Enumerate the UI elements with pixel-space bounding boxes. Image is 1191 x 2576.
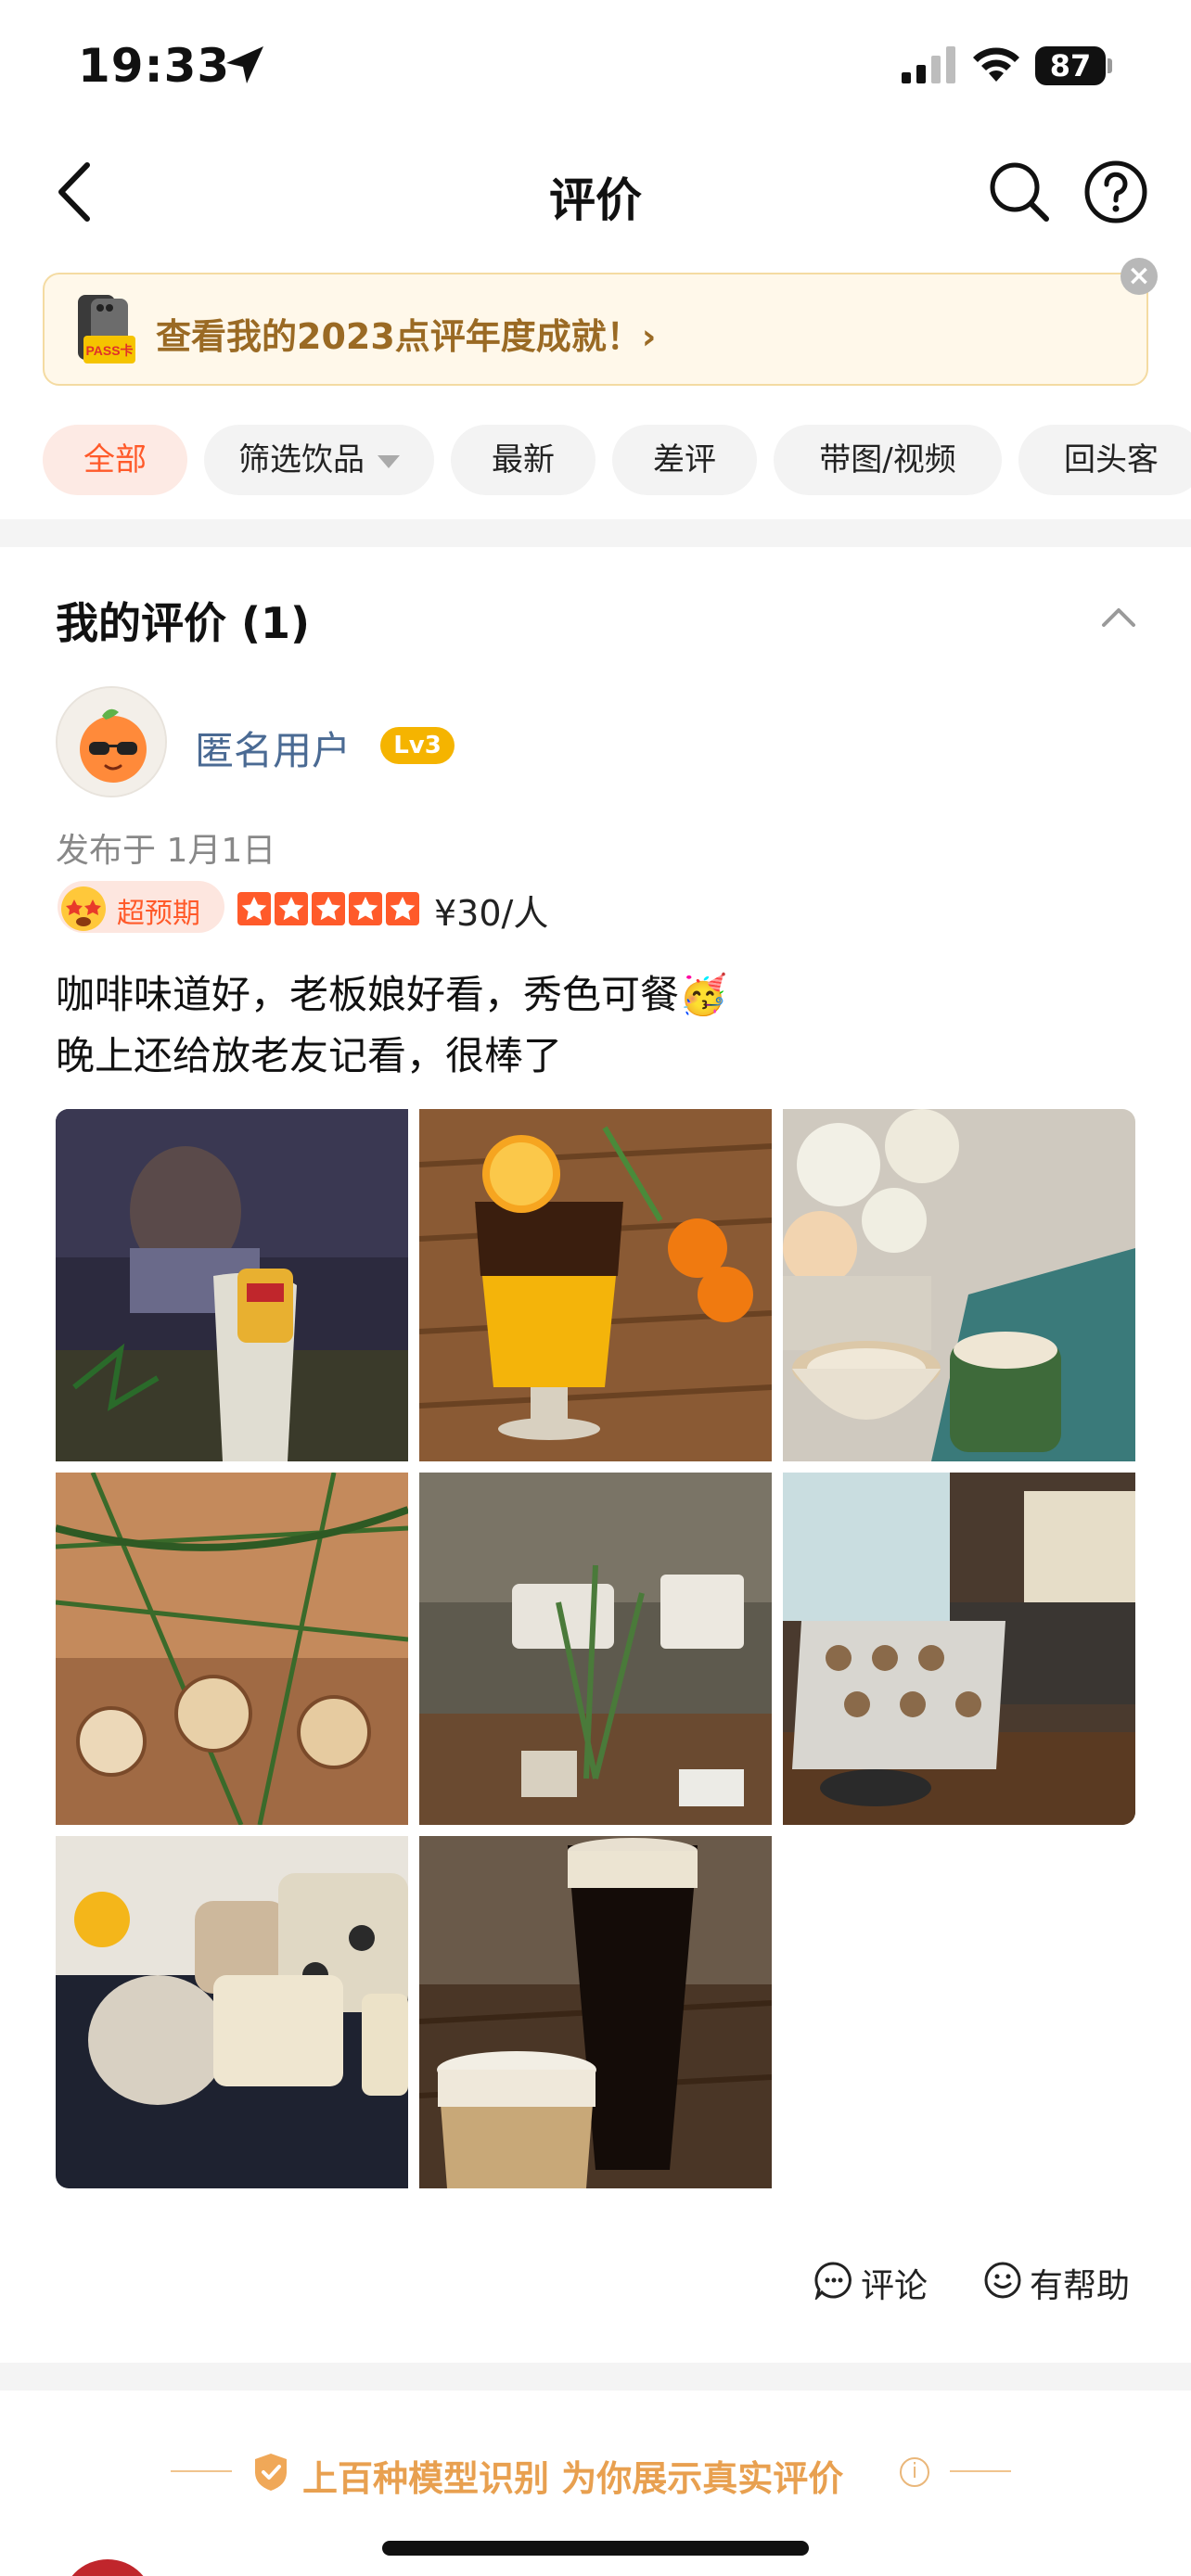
battery-cap [1108,58,1112,73]
review-photo[interactable] [783,1109,1135,1461]
star-icon [237,892,271,925]
cellular-signal-icon [902,46,955,83]
review-text: 咖啡味道好，老板娘好看，秀色可餐🥳 晚上还给放老友记看，很棒了 [56,964,1132,1087]
review-photo[interactable] [56,1836,408,2188]
tab-all[interactable]: 全部 [43,425,187,495]
tab-filter-drinks[interactable]: 筛选饮品 [204,425,434,495]
avatar[interactable] [56,686,167,797]
photo-lucky-bag-image [56,1109,408,1461]
help-icon[interactable] [1083,159,1148,224]
pass-card-phone-icon: PASS卡 [78,295,135,363]
tab-negative[interactable]: 差评 [612,425,757,495]
expectation-label: 超预期 [117,898,200,930]
photo-dark-beer-image [419,1836,772,2188]
chevron-up-icon[interactable] [1098,601,1139,631]
review-text-line: 晚上还给放老友记看，很棒了 [56,1033,563,1078]
my-reviews-title: 我的评价 (1) [56,598,311,648]
smile-icon [984,2262,1021,2299]
svg-text:PASS卡: PASS卡 [85,343,133,358]
review-photo[interactable] [419,1473,772,1825]
decorative-line [171,2470,232,2472]
status-bar: 19:33 87 [0,0,1191,130]
expectation-badge: 超预期 [58,881,224,933]
dropdown-caret-icon [378,454,400,468]
status-time: 19:33 [78,39,231,93]
photo-pine-ornaments-image [56,1473,408,1825]
home-indicator [382,2541,809,2556]
comment-label: 评论 [861,2267,928,2305]
banner-close-button[interactable]: × [1121,258,1158,295]
comment-icon [814,2262,852,2300]
photo-cafe-bar-image [419,1473,772,1825]
annual-achievement-banner[interactable]: PASS卡 查看我的2023点评年度成就！› [43,273,1148,386]
review-photo[interactable] [419,1109,772,1461]
trust-banner-text: 上百种模型识别 为你展示真实评价 [302,2458,844,2499]
post-date: 发布于 1月1日 [56,832,276,870]
review-photo[interactable] [56,1109,408,1461]
wifi-icon [973,47,1019,82]
star-icon [275,892,308,925]
photo-latte-flowers-image [783,1109,1135,1461]
battery-indicator: 87 [1035,46,1112,85]
review-photo[interactable] [56,1473,408,1825]
info-icon[interactable]: i [900,2457,929,2487]
starstruck-emoji-icon [61,886,106,931]
section-divider [0,2363,1191,2391]
price-per-person: ¥30/人 [434,893,549,934]
star-icon [312,892,345,925]
location-arrow-icon [226,46,263,83]
review-text-line: 咖啡味道好，老板娘好看，秀色可餐🥳 [56,972,728,1017]
photo-orange-coffee-image [419,1109,772,1461]
tab-latest[interactable]: 最新 [451,425,596,495]
banner-text: 查看我的2023点评年度成就！› [156,316,657,357]
star-icon [349,892,382,925]
tab-with-media[interactable]: 带图/视频 [774,425,1002,495]
helpful-label: 有帮助 [1030,2267,1131,2305]
decorative-line [950,2470,1011,2472]
tab-filter-drinks-label: 筛选饮品 [238,441,365,478]
level-badge: Lv3 [380,727,455,764]
photo-laptop-cafe-image [783,1473,1135,1825]
tab-returning[interactable]: 回头客 [1018,425,1191,495]
star-icon [386,892,419,925]
search-icon[interactable] [987,159,1050,223]
review-photo[interactable] [783,1473,1135,1825]
battery-level: 87 [1035,46,1106,85]
orange-sunglasses-avatar-icon [58,688,165,796]
next-review-avatar[interactable] [61,2559,154,2576]
review-photo[interactable] [419,1836,772,2188]
section-divider [0,519,1191,547]
shield-check-icon [255,2454,287,2491]
username[interactable]: 匿名用户 [195,720,351,776]
photo-ceramic-cups-image [56,1836,408,2188]
